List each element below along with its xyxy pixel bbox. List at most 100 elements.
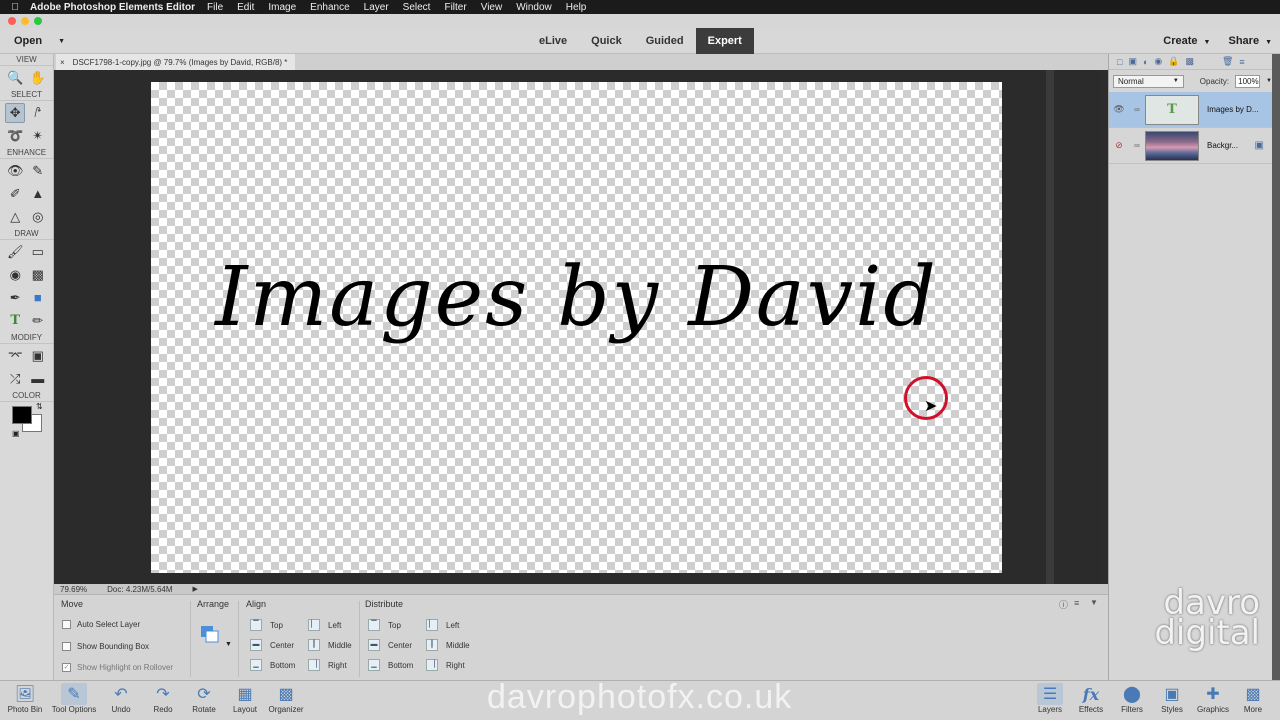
help-icon[interactable]: ⓘ <box>1059 598 1068 611</box>
distribute-right-button[interactable]: ▕ Right <box>426 659 465 671</box>
align-middle-button[interactable]: ┃ Middle <box>308 639 352 651</box>
sponge-tool-icon[interactable]: ◎ <box>28 207 48 227</box>
photo-bin-button[interactable]: 🖼 Photo Bin <box>0 683 50 714</box>
distribute-top-button[interactable]: ▔ Top <box>368 619 401 631</box>
layer-link-icon[interactable]: ∞ <box>1129 105 1145 114</box>
blur-tool-icon[interactable]: △ <box>5 207 25 227</box>
distribute-middle-button[interactable]: ┃ Middle <box>426 639 470 651</box>
move-tool-icon[interactable]: ✥ <box>5 102 26 123</box>
canvas-vertical-scrollbar[interactable] <box>1046 70 1054 584</box>
tab-guided[interactable]: Guided <box>634 28 696 54</box>
menu-select[interactable]: Select <box>403 2 431 13</box>
eraser-tool-icon[interactable]: ▭ <box>28 242 48 262</box>
hidden-eye-icon[interactable]: ⊘ <box>1109 140 1129 151</box>
lock-all-icon[interactable]: 🔒 <box>1168 56 1179 67</box>
shape-tool-icon[interactable]: ■ <box>28 288 48 308</box>
clone-stamp-tool-icon[interactable]: ▲ <box>28 184 48 204</box>
pencil-tool-icon[interactable]: ✏ <box>28 311 48 331</box>
menu-edit[interactable]: Edit <box>237 2 254 13</box>
distribute-middle-icon: ┃ <box>426 639 438 651</box>
close-tab-icon[interactable]: × <box>60 58 65 67</box>
zoom-window-button[interactable] <box>34 17 42 25</box>
menu-file[interactable]: File <box>207 2 223 13</box>
open-button[interactable]: Open ▼ <box>6 32 73 50</box>
spot-healing-tool-icon[interactable]: ✎ <box>28 161 48 181</box>
zoom-level[interactable]: 79.69% <box>60 585 87 594</box>
collapse-panel-icon[interactable]: ▼ <box>1090 598 1098 607</box>
auto-select-layer-checkbox[interactable] <box>62 620 71 629</box>
align-right-button[interactable]: ▕ Right <box>308 659 347 671</box>
options-menu-icon[interactable]: ≡ <box>1074 598 1079 608</box>
minimize-window-button[interactable] <box>21 17 29 25</box>
tool-options-button[interactable]: ✎ Tool Options <box>49 683 99 714</box>
align-center-button[interactable]: ▬ Center <box>250 639 294 651</box>
straighten-tool-icon[interactable]: ▬ <box>28 369 48 389</box>
show-bounding-box-checkbox[interactable] <box>62 642 71 651</box>
tab-quick[interactable]: Quick <box>579 28 634 54</box>
tab-expert[interactable]: Expert <box>695 28 754 54</box>
opacity-input[interactable]: 100% <box>1235 74 1261 88</box>
menu-layer[interactable]: Layer <box>364 2 389 13</box>
content-aware-move-tool-icon[interactable]: ⤮ <box>5 369 25 389</box>
auto-select-layer-option[interactable]: Auto Select Layer <box>62 620 140 629</box>
arrange-chevron-icon[interactable]: ▼ <box>225 641 232 648</box>
layer-row-text[interactable]: 👁 ∞ T Images by D... <box>1109 92 1272 128</box>
zoom-tool-icon[interactable]: 🔍 <box>5 68 25 88</box>
distribute-center-button[interactable]: ▬ Center <box>368 639 412 651</box>
lasso-tool-icon[interactable]: ➰ <box>5 126 25 146</box>
default-colors-icon[interactable]: ▣ <box>12 429 20 438</box>
align-left-button[interactable]: ▏ Left <box>308 619 341 631</box>
lock-transparency-icon[interactable]: ▩ <box>1185 56 1194 67</box>
share-button[interactable]: Share ▼ <box>1228 35 1272 47</box>
arrange-icon[interactable] <box>200 625 222 645</box>
blend-mode-select[interactable]: Normal ▼ <box>1113 74 1184 88</box>
create-button[interactable]: Create ▼ <box>1163 35 1210 47</box>
organizer-button[interactable]: ▩ Organizer <box>261 683 311 714</box>
new-group-icon[interactable]: ▣ <box>1128 56 1137 67</box>
brush-tool-icon[interactable]: 🖌 <box>5 242 25 262</box>
paint-bucket-tool-icon[interactable]: ◉ <box>5 265 25 285</box>
layer-mask-icon[interactable]: ◉ <box>1154 56 1162 67</box>
menu-image[interactable]: Image <box>268 2 296 13</box>
gradient-tool-icon[interactable]: ▩ <box>28 265 48 285</box>
canvas-text-layer[interactable]: Images by David <box>151 250 1002 345</box>
close-window-button[interactable] <box>8 17 16 25</box>
swap-colors-icon[interactable]: ⇅ <box>36 402 43 411</box>
menu-help[interactable]: Help <box>566 2 587 13</box>
visibility-eye-icon[interactable]: 👁 <box>1109 104 1129 115</box>
magic-wand-tool-icon[interactable]: ✴ <box>28 126 48 146</box>
align-top-button[interactable]: ▔ Top <box>250 619 283 631</box>
new-layer-icon[interactable]: □ <box>1117 57 1122 67</box>
tab-elive[interactable]: eLive <box>527 28 579 54</box>
recompose-tool-icon[interactable]: ▣ <box>28 346 48 366</box>
menu-filter[interactable]: Filter <box>444 2 466 13</box>
menu-window[interactable]: Window <box>516 2 552 13</box>
status-menu-icon[interactable]: ▶ <box>193 585 198 593</box>
eyedropper-tool-icon[interactable]: ✒ <box>5 288 25 308</box>
distribute-left-button[interactable]: ▏ Left <box>426 619 459 631</box>
marquee-tool-icon[interactable]: ⭚ <box>28 103 48 123</box>
layer-row-background[interactable]: ⊘ ∞ Backgr... ▣ <box>1109 128 1272 164</box>
document-tab[interactable]: × DSCF1798-1-copy.jpg @ 79.7% (Images by… <box>56 54 296 70</box>
foreground-color-swatch[interactable] <box>12 406 32 424</box>
menu-view[interactable]: View <box>481 2 503 13</box>
crop-tool-icon[interactable]: ⌤ <box>5 346 25 366</box>
layers-menu-icon[interactable]: ≡ <box>1239 57 1244 67</box>
app-name[interactable]: Adobe Photoshop Elements Editor <box>30 2 195 13</box>
red-eye-tool-icon[interactable]: 👁 <box>5 161 25 181</box>
effects-label: Effects <box>1078 705 1104 714</box>
image-canvas[interactable]: Images by David ➤ <box>151 82 1002 573</box>
adjustment-layer-icon[interactable]: ◐ <box>1143 57 1148 67</box>
align-bottom-button[interactable]: ▁ Bottom <box>250 659 295 671</box>
apple-icon[interactable]:  <box>0 2 30 13</box>
layer-link-icon[interactable]: ∞ <box>1129 141 1145 150</box>
distribute-bottom-button[interactable]: ▁ Bottom <box>368 659 413 671</box>
type-tool-icon[interactable]: T <box>5 311 25 331</box>
hand-tool-icon[interactable]: ✋ <box>28 68 48 88</box>
show-bounding-box-option[interactable]: Show Bounding Box <box>62 642 149 651</box>
more-button[interactable]: ▩ More <box>1228 683 1278 714</box>
delete-layer-icon[interactable]: 🗑 <box>1222 56 1233 67</box>
smart-brush-tool-icon[interactable]: ✐ <box>5 184 25 204</box>
menu-enhance[interactable]: Enhance <box>310 2 349 13</box>
layers-scrollbar[interactable] <box>1272 54 1280 680</box>
